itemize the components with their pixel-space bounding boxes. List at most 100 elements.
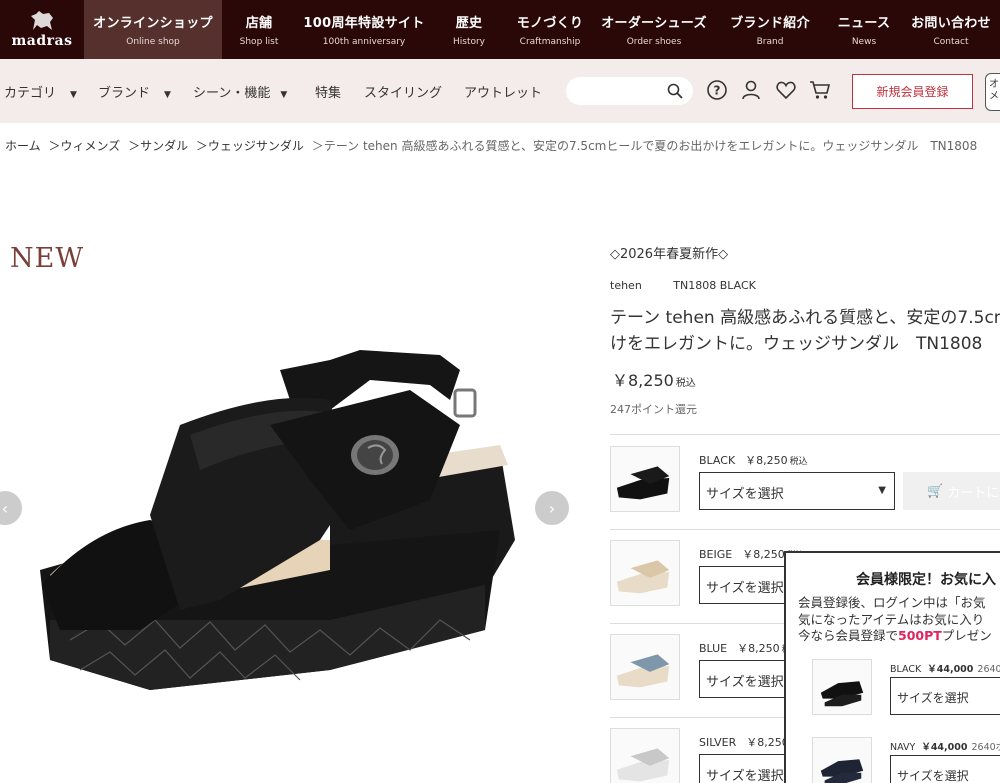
variant-color: BEIGE <box>699 548 733 561</box>
topnav-label: ブランド紹介 <box>730 16 810 31</box>
cart-icon[interactable] <box>809 79 831 101</box>
size-select-value: サイズを選択 <box>706 581 784 596</box>
topnav-online-shop[interactable]: オンラインショップ Online shop <box>84 0 222 59</box>
topnav-contact[interactable]: お問い合わせ Contact <box>902 0 1000 59</box>
popup-size-select-value: サイズを選択 <box>897 691 969 705</box>
product-code: TN1808 BLACK <box>673 279 756 292</box>
logo-text: madras <box>11 33 73 49</box>
topnav-label: オンラインショップ <box>93 16 213 31</box>
brand-dropdown[interactable]: ブランド ▼ <box>98 82 171 101</box>
topnav-sublabel: Contact <box>933 37 969 47</box>
popup-item: BLACK ￥44,0002640ポ サイズを選択 ▼ <box>812 659 1000 719</box>
popup-item-price: ￥44,000 <box>921 742 968 753</box>
breadcrumb-sandal[interactable]: ＞サンダル <box>128 139 188 153</box>
topnav-sublabel: Brand <box>756 37 784 47</box>
caret-down-icon: ▼ <box>164 90 171 100</box>
search-input[interactable] <box>566 77 693 105</box>
svg-text:?: ? <box>714 84 721 98</box>
topnav-order-shoes[interactable]: オーダーシューズ Order shoes <box>594 0 714 59</box>
topnav-history[interactable]: 歴史 History <box>432 0 506 59</box>
caret-down-icon: ▼ <box>280 90 288 100</box>
breadcrumb-women[interactable]: ＞ウィメンズ <box>48 139 120 153</box>
variant-thumbnail[interactable] <box>610 446 680 512</box>
season-label: ◇2026年春夏新作◇ <box>610 247 729 262</box>
topnav-sublabel: Order shoes <box>626 37 682 47</box>
breadcrumb-home[interactable]: ホーム <box>5 139 41 153</box>
category-dropdown[interactable]: カテゴリ ▼ <box>4 82 77 101</box>
outlet-link[interactable]: アウトレット <box>464 82 542 101</box>
styling-link[interactable]: スタイリング <box>364 82 442 101</box>
popup-item: NAVY ￥44,0002640ポ サイズを選択 ▼ <box>812 737 1000 783</box>
popup-size-select[interactable]: サイズを選択 ▼ <box>890 755 1000 783</box>
carousel-next-button[interactable]: › <box>535 491 569 525</box>
product-title-line2: けをエレガントに。ウェッジサンダル TN1808 <box>610 334 983 354</box>
topnav-brand[interactable]: ブランド紹介 Brand <box>714 0 826 59</box>
size-select[interactable]: サイズを選択 ▼ <box>699 472 895 510</box>
popup-item-thumbnail[interactable] <box>812 737 872 783</box>
caret-down-icon: ▼ <box>70 90 77 100</box>
cart-icon: 🛒 <box>927 483 944 499</box>
popup-item-price: ￥44,000 <box>927 664 974 675</box>
popup-title: 会員様限定！お気に入 <box>856 572 996 588</box>
popup-item-color: BLACK <box>890 664 922 675</box>
topnav-sublabel: News <box>851 37 877 47</box>
top-nav: オンラインショップ Online shop 店舗 Shop list 100周年… <box>84 0 1000 59</box>
popup-size-select[interactable]: サイズを選択 ▼ <box>890 677 1000 715</box>
chevron-right-icon: › <box>548 498 556 518</box>
register-button[interactable]: 新規会員登録 <box>852 74 973 109</box>
variant-price: ￥8,250 <box>737 642 780 655</box>
scene-dropdown[interactable]: シーン・機能 ▼ <box>193 82 287 101</box>
topnav-craftmanship[interactable]: モノづくり Craftmanship <box>506 0 594 59</box>
new-badge: NEW <box>10 243 85 274</box>
breadcrumb: ホーム ＞ウィメンズ ＞サンダル ＞ウェッジサンダル ＞テーン tehen 高級… <box>5 137 981 154</box>
madras-logo[interactable]: madras <box>0 0 84 59</box>
popup-item-points: 2640ポ <box>971 742 1000 753</box>
topnav-sublabel: Shop list <box>239 37 279 47</box>
topnav-label: お問い合わせ <box>911 16 991 31</box>
variant-tax: 税込 <box>789 457 808 467</box>
popup-size-select-value: サイズを選択 <box>897 769 969 783</box>
favorite-heart-icon[interactable] <box>775 79 797 101</box>
topnav-label: 店舗 <box>245 16 273 31</box>
topnav-news[interactable]: ニュース News <box>826 0 902 59</box>
topnav-label: 歴史 <box>455 16 483 31</box>
add-to-cart-button[interactable]: 🛒 カートに <box>903 472 1000 510</box>
popup-line3-post: プレゼン <box>941 628 992 643</box>
scene-label: シーン・機能 <box>193 86 271 101</box>
popup-text: 会員登録後、ログイン中は「お気 気になったアイテムはお気に入り 今なら会員登録で… <box>798 595 992 645</box>
topnav-sublabel: 100th anniversary <box>322 37 406 47</box>
variant-thumbnail[interactable] <box>610 728 680 783</box>
points-label: 247ポイント還元 <box>610 403 697 416</box>
product-price: ￥8,250 税込 <box>612 367 696 391</box>
popup-line: 気になったアイテムはお気に入り <box>798 611 985 627</box>
breadcrumb-current: ＞テーン tehen 高級感あふれる質感と、安定の7.5cmヒールで夏のお出かけ… <box>311 139 978 153</box>
topnav-sublabel: Craftmanship <box>519 37 581 47</box>
account-icon[interactable] <box>740 79 762 101</box>
product-image[interactable] <box>30 330 530 700</box>
breadcrumb-wedge[interactable]: ＞ウェッジサンダル <box>196 139 304 153</box>
variant-row: BLACK ￥8,250 税込 サイズを選択 ▼ 🛒 カートに <box>610 446 1000 526</box>
brand-name[interactable]: tehen <box>610 279 642 292</box>
popup-line: 今なら会員登録で500PTプレゼン <box>798 628 992 645</box>
variant-thumbnail[interactable] <box>610 634 680 700</box>
side-tab[interactable]: オメ <box>985 73 1000 111</box>
topnav-100th-anniversary[interactable]: 100周年特設サイト 100th anniversary <box>296 0 432 59</box>
variant-price: ￥8,250 <box>745 454 788 467</box>
popup-item-thumbnail[interactable] <box>812 659 872 715</box>
add-to-cart-label: カートに <box>947 485 1000 501</box>
variant-color: SILVER <box>699 736 737 749</box>
popup-item-label: BLACK ￥44,0002640ポ <box>890 661 1000 675</box>
popup-item-color: NAVY <box>890 742 916 753</box>
feature-link[interactable]: 特集 <box>315 82 341 101</box>
carousel-prev-button[interactable]: ‹ <box>0 491 22 525</box>
topnav-label: モノづくり <box>516 16 584 31</box>
help-icon[interactable]: ? <box>706 79 728 101</box>
brand-label: ブランド <box>98 86 151 101</box>
brand-line: tehen TN1808 BLACK <box>610 279 756 292</box>
popup-line: 会員登録後、ログイン中は「お気 <box>798 595 986 610</box>
search-icon[interactable] <box>667 83 683 99</box>
variant-thumbnail[interactable] <box>610 540 680 606</box>
variant-label: BLACK ￥8,250 税込 <box>699 452 808 468</box>
price-value: ￥8,250 <box>612 371 674 390</box>
topnav-shop-list[interactable]: 店舗 Shop list <box>222 0 296 59</box>
